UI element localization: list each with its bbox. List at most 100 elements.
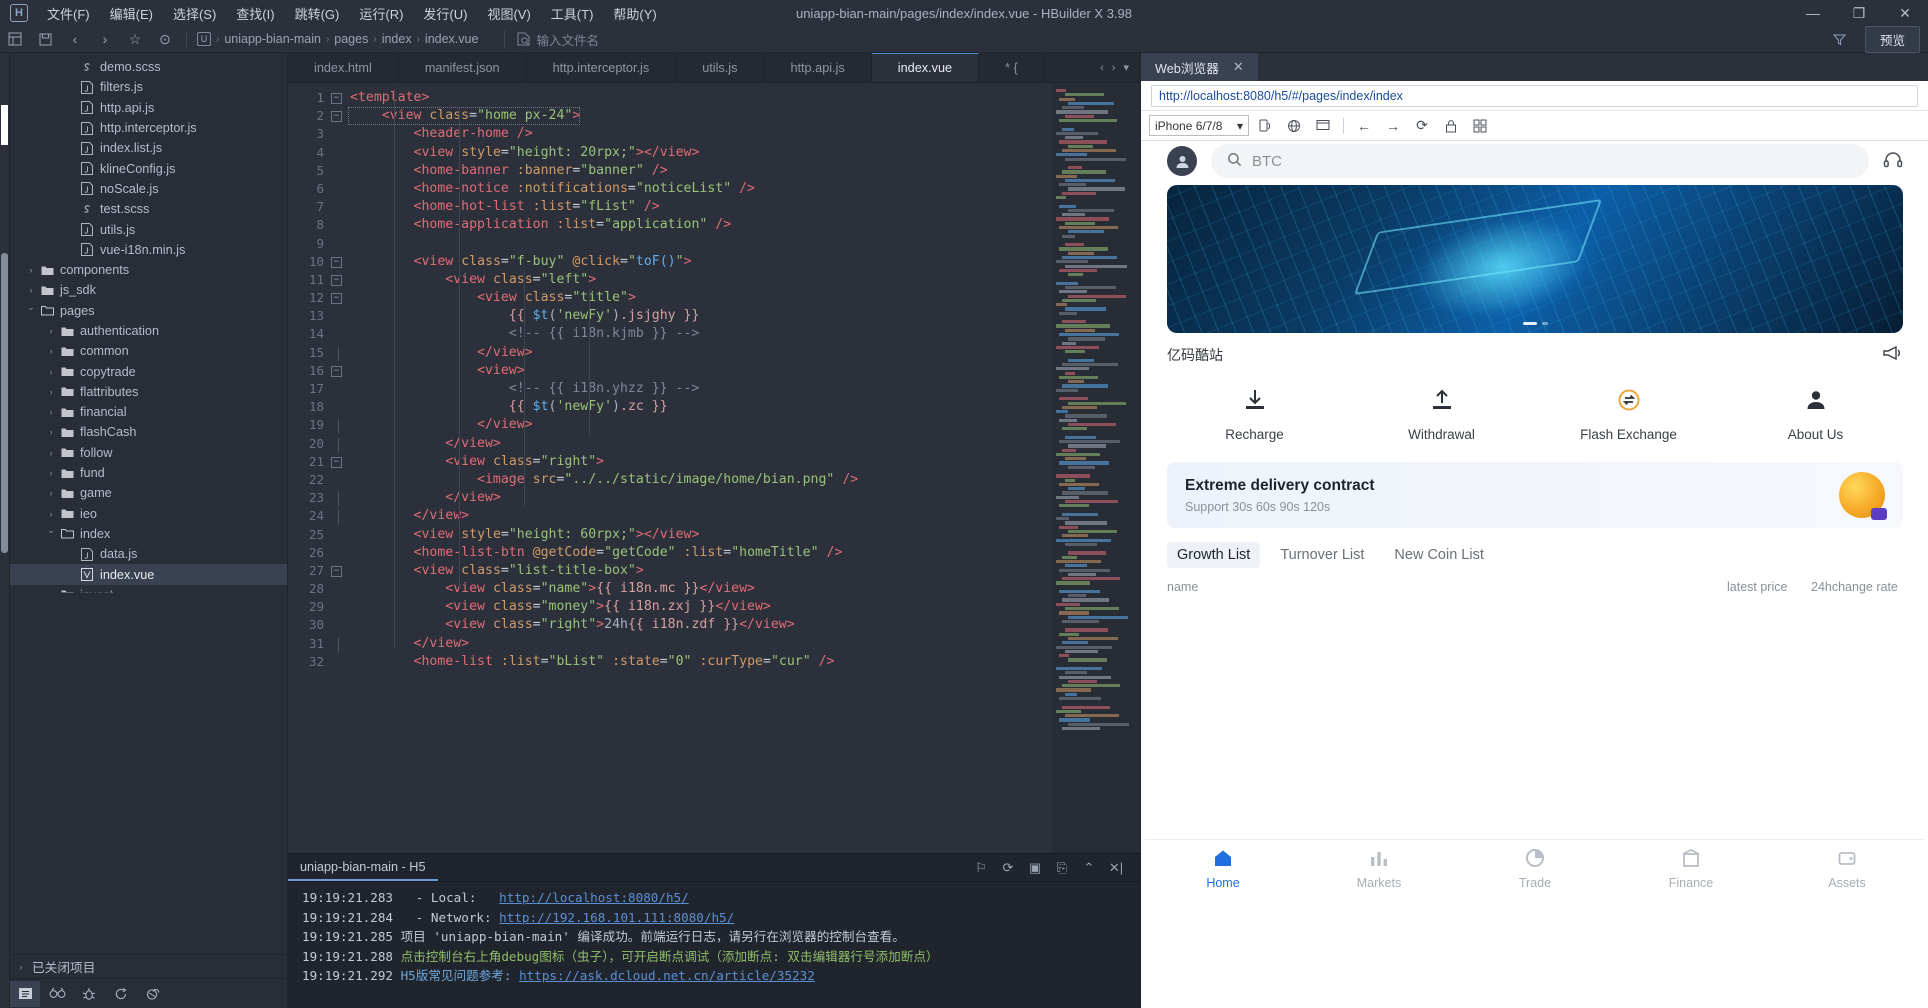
code-line[interactable]: <view class="right">24h{{ i18n.zdf }}</v… — [350, 616, 1052, 634]
tree-item-http-api-js[interactable]: http.api.js — [10, 98, 287, 118]
chevron-right-icon[interactable] — [44, 590, 58, 593]
chevron-right-icon[interactable] — [44, 326, 58, 336]
close-icon[interactable]: ✕ — [1233, 59, 1244, 75]
line-number[interactable]: 18 — [288, 398, 328, 416]
quick-action-flash-exchange[interactable]: Flash Exchange — [1535, 387, 1722, 442]
line-number[interactable]: 27− — [288, 562, 342, 580]
files-icon[interactable] — [10, 980, 40, 1007]
code-line[interactable]: <home-banner :banner="banner" /> — [350, 162, 1052, 180]
tree-item-flattributes[interactable]: flattributes — [10, 382, 287, 402]
rail-scrollbar[interactable] — [1, 253, 8, 553]
tree-item-noscale-js[interactable]: noScale.js — [10, 179, 287, 199]
tree-item-fund[interactable]: fund — [10, 463, 287, 483]
star-icon[interactable]: ☆ — [120, 27, 150, 51]
line-number[interactable]: 8 — [288, 216, 328, 234]
collapse-icon[interactable]: ⌃ — [1077, 857, 1101, 879]
code-line[interactable]: <view class="money">{{ i18n.zxj }}</view… — [350, 598, 1052, 616]
browser-tab[interactable]: Web浏览器 ✕ — [1141, 53, 1258, 81]
line-number[interactable]: 6 — [288, 180, 328, 198]
minimize-button[interactable]: — — [1790, 0, 1836, 26]
market-tab-0[interactable]: Growth List — [1167, 542, 1261, 568]
chevron-down-icon[interactable] — [24, 305, 38, 316]
code-line[interactable]: <view style="height: 20rpx;"></view> — [350, 144, 1052, 162]
cloud-icon[interactable] — [138, 981, 168, 1007]
tree-item-index-vue[interactable]: index.vue — [10, 564, 287, 585]
line-number[interactable]: 12− — [288, 289, 342, 307]
tree-item-utils-js[interactable]: utils.js — [10, 219, 287, 239]
line-number[interactable]: 11− — [288, 271, 342, 289]
code-line[interactable]: <home-hot-list :list="fList" /> — [350, 198, 1052, 216]
promo-card[interactable]: Extreme delivery contract Support 30s 60… — [1167, 462, 1903, 528]
search-icon[interactable] — [42, 981, 72, 1007]
market-tab-1[interactable]: Turnover List — [1270, 542, 1374, 568]
chevron-right-icon[interactable] — [44, 488, 58, 498]
tree-item-data-js[interactable]: data.js — [10, 544, 287, 564]
line-number[interactable]: 24 — [288, 507, 339, 525]
line-number[interactable]: 1− — [288, 89, 342, 107]
editor-tab-3[interactable]: utils.js — [676, 53, 765, 82]
tree-item-http-interceptor-js[interactable]: http.interceptor.js — [10, 118, 287, 138]
tree-item-common[interactable]: common — [10, 341, 287, 361]
line-number[interactable]: 10− — [288, 253, 342, 271]
code-line[interactable]: <view class="left"> — [350, 271, 1052, 289]
notice-bar[interactable]: 亿码酷站 — [1167, 333, 1903, 377]
bottom-nav-trade[interactable]: Trade — [1457, 848, 1613, 890]
file-name-search[interactable]: 输入文件名 — [504, 29, 599, 49]
forward-arrow-icon[interactable]: › — [90, 27, 120, 51]
code-line[interactable]: </view> — [350, 489, 1052, 507]
file-tree[interactable]: demo.scss filters.js http.api.js http.inter… — [10, 53, 287, 954]
clear-icon[interactable]: ✕| — [1104, 857, 1128, 879]
quick-action-recharge[interactable]: Recharge — [1161, 387, 1348, 442]
line-number[interactable]: 5 — [288, 162, 328, 180]
bottom-nav-finance[interactable]: Finance — [1613, 848, 1769, 890]
bottom-nav-assets[interactable]: Assets — [1769, 848, 1925, 890]
line-number[interactable]: 3 — [288, 125, 328, 143]
device-select[interactable]: iPhone 6/7/8 ▾ — [1149, 115, 1249, 136]
line-number[interactable]: 20 — [288, 435, 339, 453]
line-number[interactable]: 4 — [288, 144, 328, 162]
tree-item-filters-js[interactable]: filters.js — [10, 77, 287, 97]
code-content[interactable]: <template> <view class="home px-24"> <he… — [328, 83, 1052, 853]
tree-item-invest[interactable]: invest — [10, 585, 287, 593]
menu-item-7[interactable]: 视图(V) — [478, 1, 539, 26]
chevron-right-icon[interactable] — [44, 387, 58, 397]
breadcrumb-item-1[interactable]: pages — [334, 32, 368, 46]
log-link[interactable]: http://192.168.101.111:8080/h5/ — [499, 910, 734, 925]
tree-item-follow[interactable]: follow — [10, 443, 287, 463]
code-line[interactable]: <view> — [350, 362, 1052, 380]
inspect-icon[interactable] — [1281, 114, 1307, 138]
line-number[interactable]: 15 — [288, 344, 339, 362]
run-icon[interactable]: ⊙ — [150, 27, 180, 51]
line-number[interactable]: 22 — [288, 471, 328, 489]
save-icon[interactable] — [30, 27, 60, 51]
preview-button[interactable]: 预览 — [1864, 25, 1920, 53]
chevron-down-icon[interactable] — [44, 528, 58, 539]
console-log[interactable]: 19:19:21.283 - Local: http://localhost:8… — [288, 882, 1140, 1008]
chevron-right-icon[interactable] — [44, 367, 58, 377]
chevron-right-icon[interactable] — [44, 407, 58, 417]
code-line[interactable]: <view class="name">{{ i18n.mc }}</view> — [350, 580, 1052, 598]
code-line[interactable]: {{ $t('newFy').jsjghy }} — [350, 307, 1052, 325]
code-line[interactable]: {{ $t('newFy').zc }} — [350, 398, 1052, 416]
line-number[interactable]: 31 — [288, 635, 339, 653]
editor-tab-5[interactable]: index.vue — [871, 53, 980, 82]
back-arrow-icon[interactable]: ‹ — [60, 27, 90, 51]
tree-item-financial[interactable]: financial — [10, 402, 287, 422]
menu-item-8[interactable]: 工具(T) — [542, 1, 603, 26]
menu-item-6[interactable]: 发行(U) — [414, 1, 476, 26]
responsive-icon[interactable] — [1310, 114, 1336, 138]
code-line[interactable]: </view> — [350, 435, 1052, 453]
editor-tab-2[interactable]: http.interceptor.js — [526, 53, 677, 82]
editor-tab-1[interactable]: manifest.json — [398, 53, 527, 82]
debug-icon[interactable] — [74, 981, 104, 1007]
line-number[interactable]: 23 — [288, 489, 339, 507]
log-link[interactable]: http://localhost:8080/h5/ — [499, 890, 689, 905]
code-line[interactable]: <view class="title"> — [350, 289, 1052, 307]
menu-item-2[interactable]: 选择(S) — [164, 1, 225, 26]
line-number[interactable]: 26 — [288, 544, 328, 562]
megaphone-icon[interactable] — [1881, 344, 1903, 367]
closed-projects-row[interactable]: 已关闭项目 — [10, 954, 287, 978]
tree-item-demo-scss[interactable]: demo.scss — [10, 57, 287, 77]
tree-item-game[interactable]: game — [10, 483, 287, 503]
code-line[interactable]: <header-home /> — [350, 125, 1052, 143]
